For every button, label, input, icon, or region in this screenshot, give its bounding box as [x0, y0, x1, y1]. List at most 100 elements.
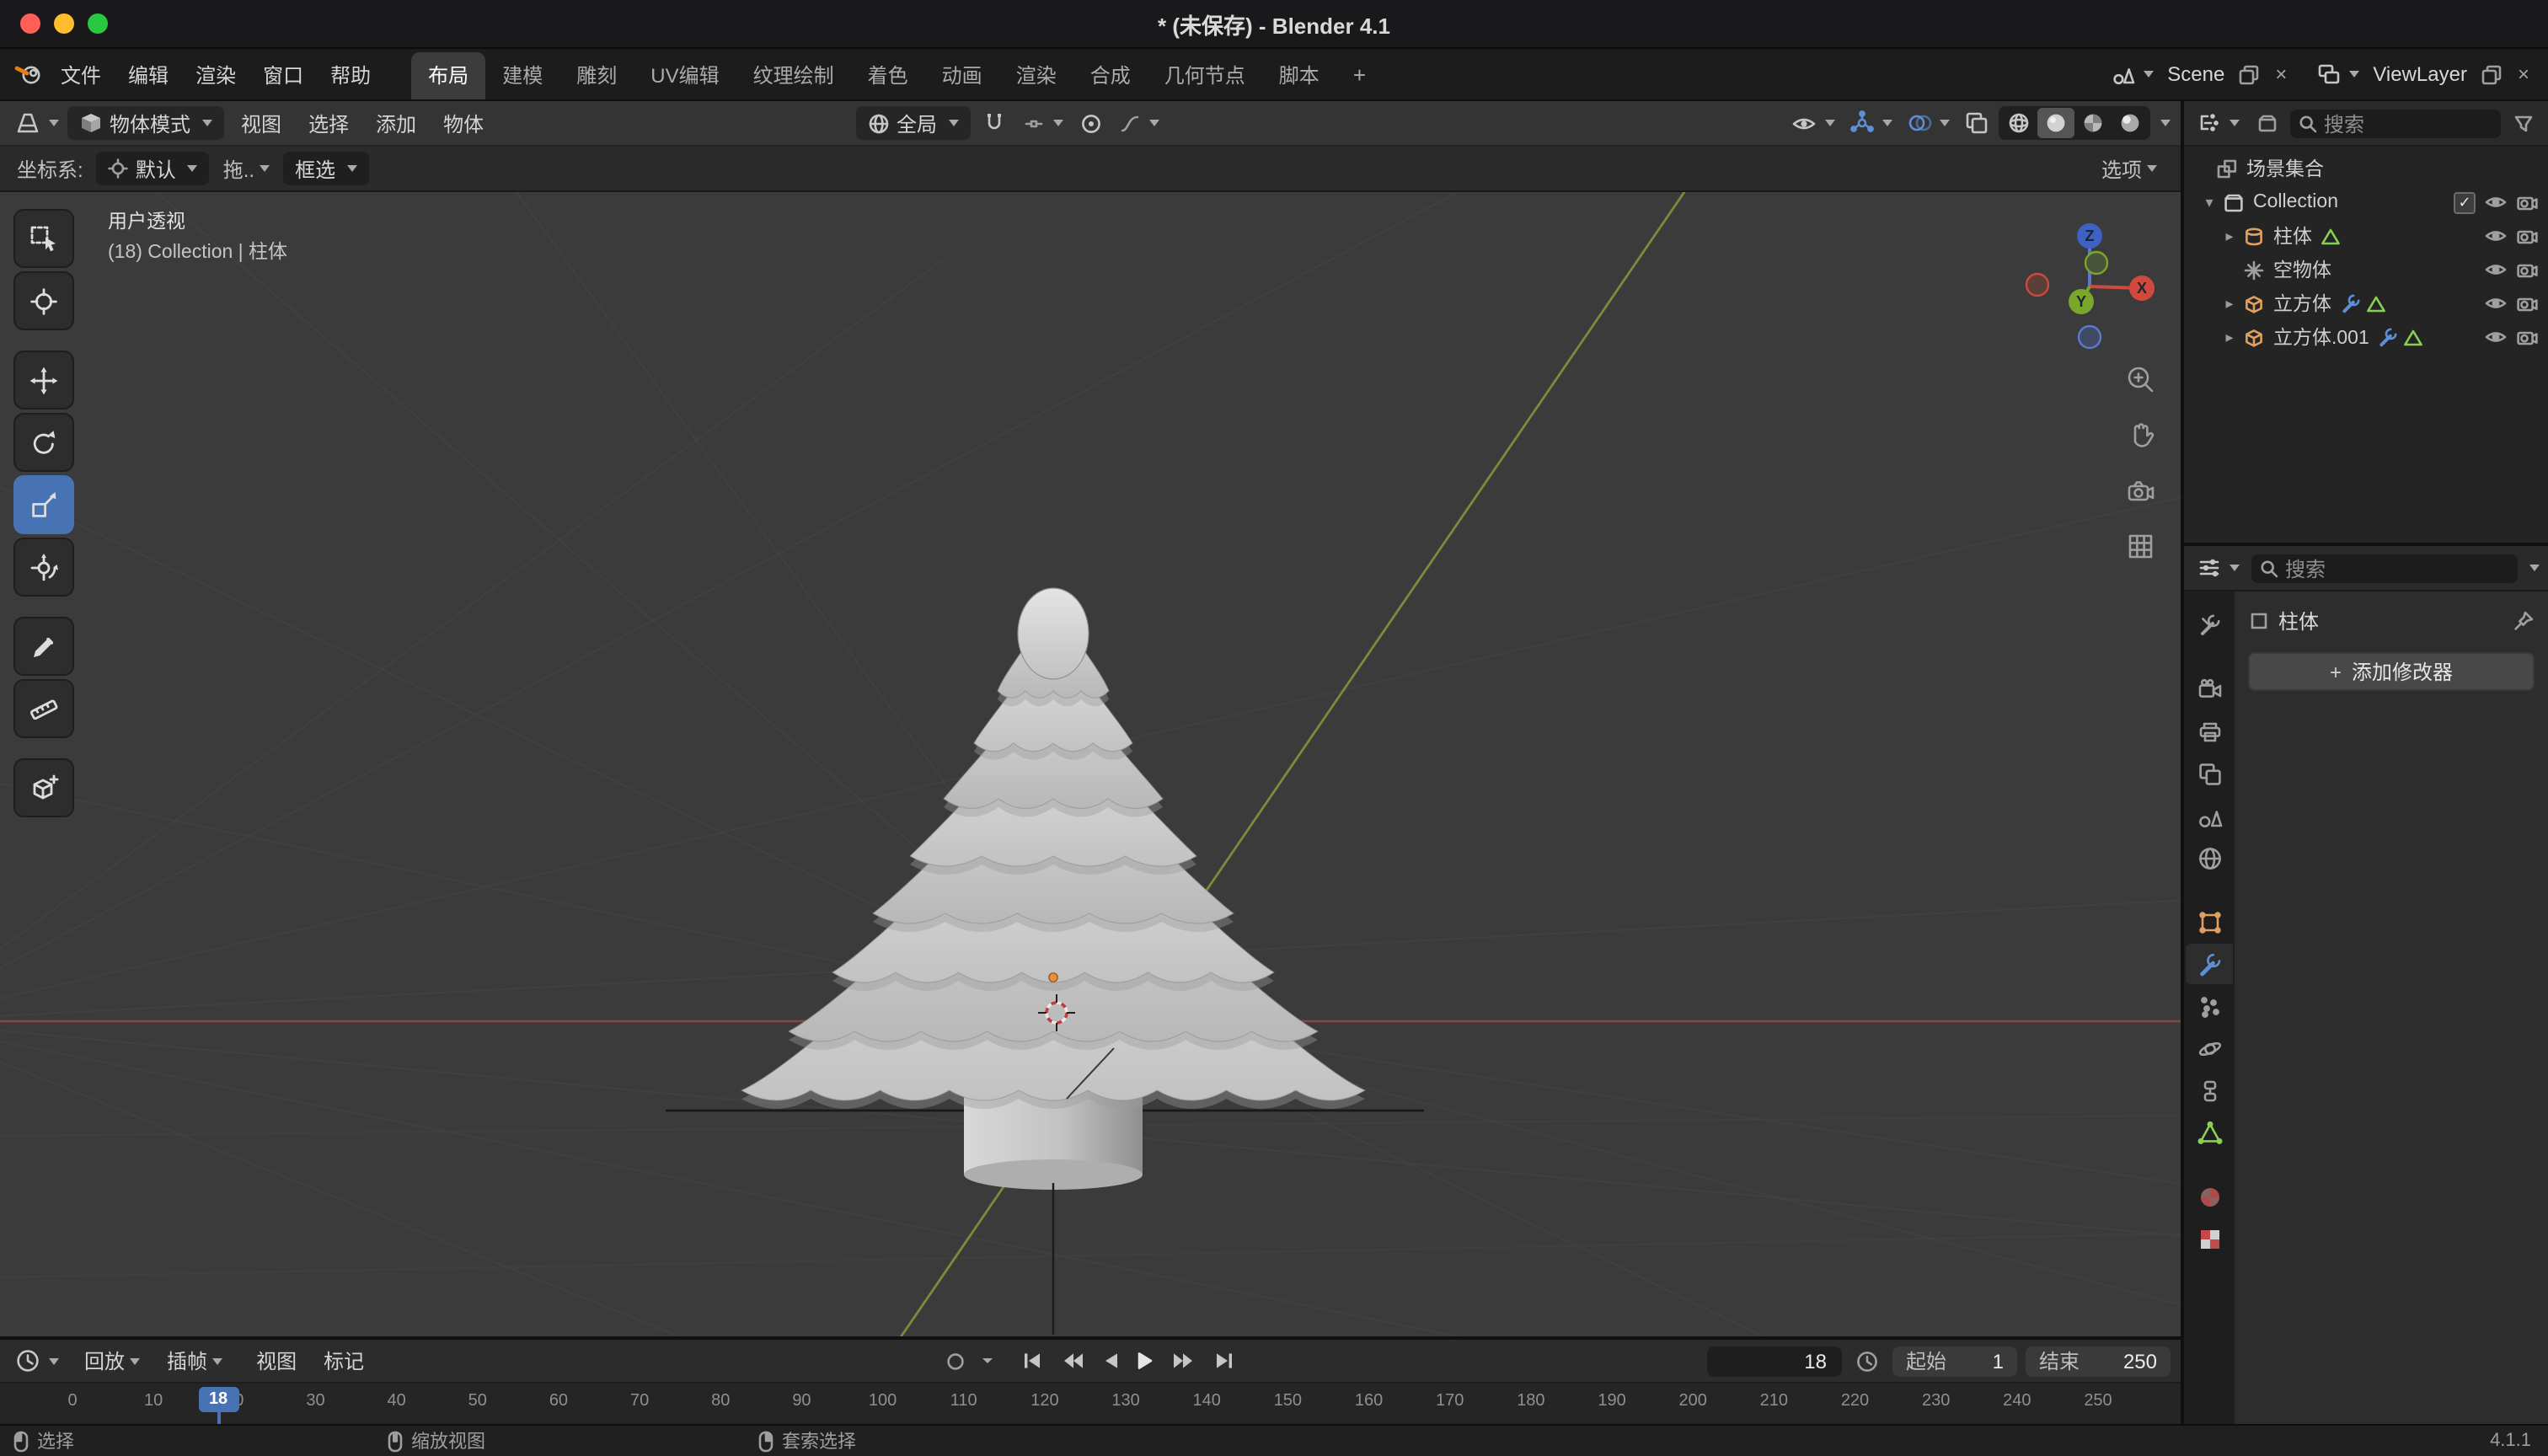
transform-orientation-dropdown[interactable]: 全局 — [856, 106, 971, 140]
outliner-editor-type-button[interactable] — [2192, 108, 2245, 138]
scene-name[interactable]: Scene — [2164, 62, 2228, 86]
disable-render-toggle[interactable] — [2516, 260, 2538, 280]
shading-solid-button[interactable] — [2037, 108, 2074, 138]
properties-search-input[interactable]: 搜索 — [2251, 554, 2518, 582]
add-workspace-button[interactable]: + — [1340, 56, 1379, 92]
workspace-tab[interactable]: 脚本 — [1262, 52, 1336, 99]
outliner-filter-button[interactable] — [2508, 109, 2540, 137]
proportional-edit-toggle[interactable] — [1075, 109, 1107, 137]
auto-keying-toggle[interactable] — [939, 1346, 972, 1376]
menu-item[interactable]: 编辑 — [115, 55, 182, 94]
outliner-row-cube-001[interactable]: ▸ 立方体.001 — [2184, 320, 2548, 354]
next-keyframe-button[interactable] — [1164, 1346, 1203, 1375]
tab-object-data[interactable] — [2186, 1112, 2233, 1153]
timeline-ruler[interactable]: 0102030405060708090100110120130140150160… — [0, 1384, 2181, 1424]
zoom-view-button[interactable] — [2122, 361, 2159, 398]
viewport-menu-item[interactable]: 视图 — [228, 104, 295, 142]
snap-settings-dropdown[interactable] — [1018, 109, 1068, 137]
timeline-menu-item[interactable]: 视图 — [243, 1341, 310, 1380]
coord-system-dropdown[interactable]: 默认 — [97, 152, 210, 185]
keying-dropdown[interactable] — [982, 1358, 993, 1363]
disclosure-icon[interactable]: ▾ — [2201, 193, 2218, 211]
hide-eye-toggle[interactable] — [2484, 192, 2508, 212]
play-reverse-button[interactable] — [1094, 1346, 1127, 1375]
tool-annotate[interactable] — [13, 617, 74, 676]
workspace-tab[interactable]: 几何节点 — [1148, 52, 1262, 99]
frame-start-field[interactable]: 起始 1 — [1892, 1346, 2017, 1376]
3d-scene[interactable] — [0, 192, 2181, 1336]
tab-particles[interactable] — [2186, 986, 2233, 1026]
unlink-scene-button[interactable]: × — [2270, 59, 2292, 89]
viewlayer-name[interactable]: ViewLayer — [2369, 62, 2470, 86]
blender-logo-icon[interactable] — [13, 61, 44, 88]
tab-object[interactable] — [2186, 902, 2233, 942]
workspace-tab[interactable]: 建模 — [485, 52, 559, 99]
gizmo-z-neg-ball[interactable] — [2079, 326, 2101, 348]
timeline-menu-item[interactable]: 标记 — [310, 1341, 377, 1380]
select-mode-dropdown[interactable]: 框选 — [283, 152, 369, 185]
workspace-tab[interactable]: 雕刻 — [559, 52, 634, 99]
tab-render[interactable] — [2186, 669, 2233, 709]
tab-texture[interactable] — [2186, 1218, 2233, 1259]
collection-exclude-checkbox[interactable]: ✓ — [2454, 191, 2476, 213]
browse-viewlayer-button[interactable] — [2312, 59, 2364, 89]
properties-editor-type-button[interactable] — [2192, 553, 2245, 583]
tab-material[interactable] — [2186, 1176, 2233, 1217]
shading-material-button[interactable] — [2074, 108, 2112, 138]
outliner-row-scene-collection[interactable]: 场景集合 — [2184, 152, 2548, 185]
tab-tool[interactable] — [2186, 605, 2233, 645]
pan-view-button[interactable] — [2122, 416, 2159, 453]
browse-scene-button[interactable] — [2106, 59, 2159, 89]
hide-eye-toggle[interactable] — [2484, 226, 2508, 246]
workspace-tab[interactable]: 合成 — [1073, 52, 1148, 99]
outliner-search-input[interactable]: 搜索 — [2290, 109, 2501, 137]
tool-select-box[interactable] — [13, 209, 74, 268]
tool-measure[interactable] — [13, 679, 74, 738]
current-frame-field[interactable]: 18 — [1707, 1346, 1842, 1376]
workspace-tab[interactable]: 纹理绘制 — [736, 52, 851, 99]
disable-render-toggle[interactable] — [2516, 192, 2538, 212]
prev-keyframe-button[interactable] — [1053, 1346, 1092, 1375]
disable-render-toggle[interactable] — [2516, 226, 2538, 246]
tool-add-cube[interactable] — [13, 758, 74, 817]
disclosure-icon[interactable]: ▸ — [2221, 328, 2238, 346]
options-dropdown[interactable]: 选项 — [2101, 154, 2157, 183]
menu-item[interactable]: 渲染 — [182, 55, 249, 94]
shading-dropdown[interactable] — [2160, 120, 2171, 126]
drag-dropdown[interactable]: 拖.. — [223, 154, 270, 183]
menu-item[interactable]: 帮助 — [317, 55, 384, 94]
editor-type-button[interactable] — [10, 108, 64, 138]
remove-viewlayer-button[interactable]: × — [2513, 59, 2535, 89]
jump-to-end-button[interactable] — [1205, 1346, 1242, 1375]
outliner-row-empty[interactable]: 空物体 — [2184, 253, 2548, 286]
tool-3d-cursor[interactable] — [13, 271, 74, 330]
viewport-menu-item[interactable]: 添加 — [362, 104, 430, 142]
workspace-tab[interactable]: 着色 — [851, 52, 925, 99]
outliner-display-mode-button[interactable] — [2251, 109, 2283, 137]
frame-end-field[interactable]: 结束 250 — [2026, 1346, 2171, 1376]
outliner-row-cube[interactable]: ▸ 立方体 — [2184, 286, 2548, 320]
disclosure-icon[interactable]: ▸ — [2221, 227, 2238, 245]
properties-options-dropdown[interactable] — [2529, 565, 2540, 571]
timeline-editor-type-button[interactable] — [10, 1345, 64, 1377]
show-gizmo-dropdown[interactable] — [1845, 108, 1898, 138]
tab-constraints[interactable] — [2186, 1070, 2233, 1111]
mode-dropdown[interactable]: 物体模式 — [67, 106, 224, 140]
hide-eye-toggle[interactable] — [2484, 260, 2508, 280]
workspace-tab[interactable]: UV编辑 — [634, 52, 736, 99]
view-gizmo[interactable]: Z X Y — [2026, 217, 2154, 345]
tool-scale[interactable] — [13, 475, 74, 534]
add-modifier-button[interactable]: + 添加修改器 — [2248, 652, 2535, 691]
disable-render-toggle[interactable] — [2516, 327, 2538, 347]
new-viewlayer-button[interactable] — [2476, 60, 2508, 88]
workspace-tab[interactable]: 渲染 — [999, 52, 1073, 99]
tab-scene[interactable] — [2186, 795, 2233, 836]
tab-physics[interactable] — [2186, 1028, 2233, 1068]
viewport-canvas[interactable]: 用户透视 (18) Collection | 柱体 — [0, 192, 2181, 1336]
tool-transform[interactable] — [13, 538, 74, 597]
timeline-dropdown[interactable]: 回放 — [71, 1341, 153, 1380]
tab-modifiers[interactable] — [2186, 944, 2233, 984]
workspace-tab[interactable]: 布局 — [411, 52, 485, 99]
gizmo-y-pos-ball[interactable]: Y — [2069, 289, 2094, 314]
gizmo-x-neg-ball[interactable] — [2026, 274, 2048, 296]
